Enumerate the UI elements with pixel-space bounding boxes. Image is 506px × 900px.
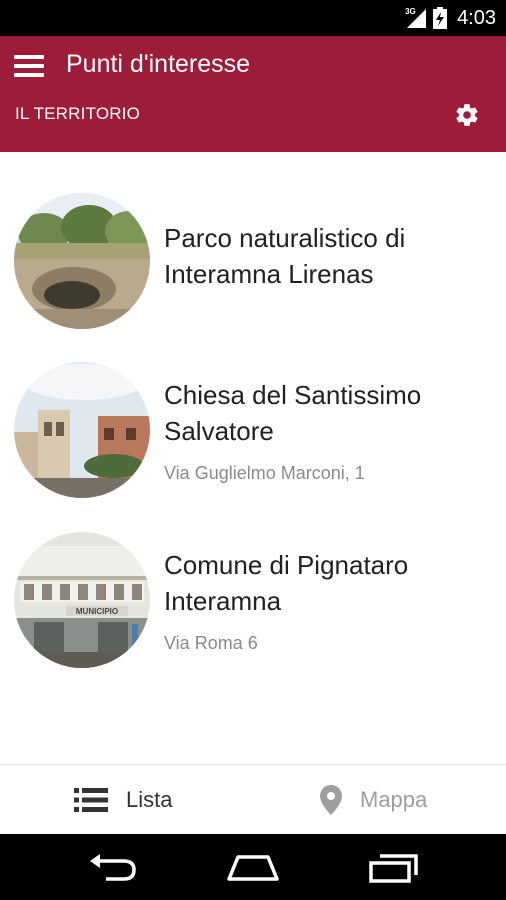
clock: 4:03 — [457, 6, 496, 29]
network-type-label: 3G — [405, 7, 416, 16]
signal-icon: 3G — [405, 7, 427, 29]
app-bar: Punti d'interesse IL TERRITORIO — [0, 36, 506, 152]
poi-thumbnail-town-hall: MUNICIPIO — [14, 532, 150, 668]
park-ruins-photo — [14, 193, 150, 329]
poi-thumbnail-park — [14, 193, 150, 329]
tab-mappa[interactable]: Mappa — [320, 765, 427, 835]
poi-list: Parco naturalistico di Interamna Lirenas… — [0, 152, 506, 764]
page-title: Punti d'interesse — [66, 50, 251, 78]
poi-thumbnail-church — [14, 362, 150, 498]
battery-charging-icon — [433, 7, 448, 29]
poi-list-item[interactable]: MUNICIPIO Comune di Pignataro Interamna … — [0, 532, 506, 682]
list-icon — [74, 788, 108, 812]
bottom-tab-bar: Lista Mappa — [0, 764, 506, 834]
map-pin-icon — [320, 785, 342, 815]
tab-mappa-label: Mappa — [360, 787, 428, 812]
town-hall-photo: MUNICIPIO — [14, 532, 150, 668]
back-icon[interactable] — [86, 851, 142, 885]
tab-lista[interactable]: Lista — [74, 765, 172, 835]
system-nav-bar — [0, 834, 506, 900]
svg-text:MUNICIPIO: MUNICIPIO — [76, 607, 118, 616]
poi-name: Parco naturalistico di Interamna Lirenas — [164, 223, 406, 289]
poi-list-item[interactable]: Parco naturalistico di Interamna Lirenas — [0, 193, 506, 343]
section-label: IL TERRITORIO — [15, 104, 141, 123]
home-icon[interactable] — [225, 851, 281, 885]
status-icons: 3G 4:03 — [405, 0, 496, 36]
poi-address: Via Roma 6 — [164, 633, 258, 653]
gear-icon[interactable] — [454, 102, 480, 128]
poi-address: Via Guglielmo Marconi, 1 — [164, 463, 365, 483]
poi-list-item[interactable]: Chiesa del Santissimo Salvatore Via Gugl… — [0, 362, 506, 512]
status-bar: 3G 4:03 — [0, 0, 506, 36]
poi-name: Comune di Pignataro Interamna — [164, 550, 409, 616]
recent-apps-icon[interactable] — [366, 851, 422, 885]
tab-lista-label: Lista — [126, 787, 173, 812]
poi-name: Chiesa del Santissimo Salvatore — [164, 380, 422, 446]
hamburger-menu-icon[interactable] — [14, 53, 46, 79]
church-photo — [14, 362, 150, 498]
